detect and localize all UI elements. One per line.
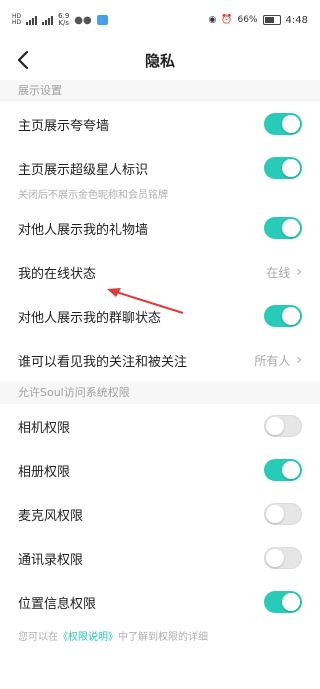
toggle-super-star-badge[interactable] [264, 157, 302, 179]
eye-icon: ◉ [208, 15, 217, 25]
status-left: HD HD 6.9 K/s ●● [12, 13, 108, 27]
footer-prefix: 您可以在 [18, 632, 58, 643]
row-contacts-permission[interactable]: 通讯录权限 [0, 536, 320, 580]
online-status-value: 在线 [266, 265, 291, 280]
row-label: 主页展示夸夸墙 [18, 118, 110, 134]
row-label: 我的在线状态 [18, 266, 97, 282]
row-location-permission[interactable]: 位置信息权限 [0, 580, 320, 624]
row-note: 关闭后不展示金色昵称和会员铭牌 [0, 190, 320, 206]
row-follow-visibility[interactable]: 谁可以看见我的关注和被关注 所有人 › [0, 338, 320, 382]
row-label: 麦克风权限 [18, 508, 84, 524]
settings-list: 展示设置 主页展示夸夸墙 主页展示超级星人标识 关闭后不展示金色昵称和会员铭牌 … [0, 80, 320, 647]
row-right: 所有人 › [254, 352, 302, 369]
net-speed: 6.9 K/s [58, 13, 69, 27]
row-microphone-permission[interactable]: 麦克风权限 [0, 492, 320, 536]
row-label: 相机权限 [18, 420, 71, 436]
row-label: 位置信息权限 [18, 596, 97, 612]
alarm-icon: ⏰ [221, 15, 233, 25]
chevron-right-icon: › [296, 352, 302, 368]
toggle-contacts-permission[interactable] [264, 547, 302, 569]
row-home-praise-wall[interactable]: 主页展示夸夸墙 [0, 102, 320, 146]
permission-info-link[interactable]: 《权限说明》 [58, 632, 118, 643]
toggle-album-permission[interactable] [264, 459, 302, 481]
row-label: 相册权限 [18, 464, 71, 480]
toggle-gift-wall[interactable] [264, 217, 302, 239]
battery-percent: 66% [237, 15, 258, 25]
annotation-arrow-icon [107, 288, 184, 314]
clock: 4:48 [285, 14, 308, 26]
toggle-location-permission[interactable] [264, 591, 302, 613]
row-camera-permission[interactable]: 相机权限 [0, 404, 320, 448]
app-notification-icon [96, 15, 108, 25]
section-header-display: 展示设置 [0, 80, 320, 102]
back-button[interactable] [12, 48, 36, 72]
battery-icon [262, 15, 281, 25]
row-label: 通讯录权限 [18, 552, 84, 568]
follow-visibility-value: 所有人 [254, 353, 291, 368]
chevron-right-icon: › [296, 264, 302, 280]
wechat-icon: ●● [74, 14, 92, 26]
row-album-permission[interactable]: 相册权限 [0, 448, 320, 492]
toggle-home-praise-wall[interactable] [264, 113, 302, 135]
row-super-star-badge[interactable]: 主页展示超级星人标识 [0, 146, 320, 190]
nav-bar: 隐私 [0, 40, 320, 80]
hd-badge-2: HD [12, 19, 22, 26]
row-label: 谁可以看见我的关注和被关注 [18, 354, 188, 370]
status-bar: HD HD 6.9 K/s ●● ◉ ⏰ 66% 4:48 [0, 0, 320, 40]
footer-suffix: 中了解到权限的详细 [118, 632, 208, 643]
signal-icon [26, 15, 38, 25]
section-header-permissions: 允许Soul访问系统权限 [0, 382, 320, 404]
row-gift-wall[interactable]: 对他人展示我的礼物墙 [0, 206, 320, 250]
net-speed-unit: K/s [58, 19, 70, 27]
footer-note: 您可以在《权限说明》中了解到权限的详细 [0, 624, 320, 647]
signal-icon-2 [42, 15, 54, 25]
hd-badges: HD HD [12, 14, 21, 26]
page-title: 隐私 [144, 51, 175, 70]
toggle-microphone-permission[interactable] [264, 503, 302, 525]
chevron-left-icon [17, 50, 29, 70]
row-right: 在线 › [266, 264, 302, 281]
toggle-group-chat-status[interactable] [264, 305, 302, 327]
row-label: 主页展示超级星人标识 [18, 162, 149, 178]
row-label: 对他人展示我的礼物墙 [18, 222, 149, 238]
status-right: ◉ ⏰ 66% 4:48 [208, 15, 308, 26]
toggle-camera-permission[interactable] [264, 415, 302, 437]
